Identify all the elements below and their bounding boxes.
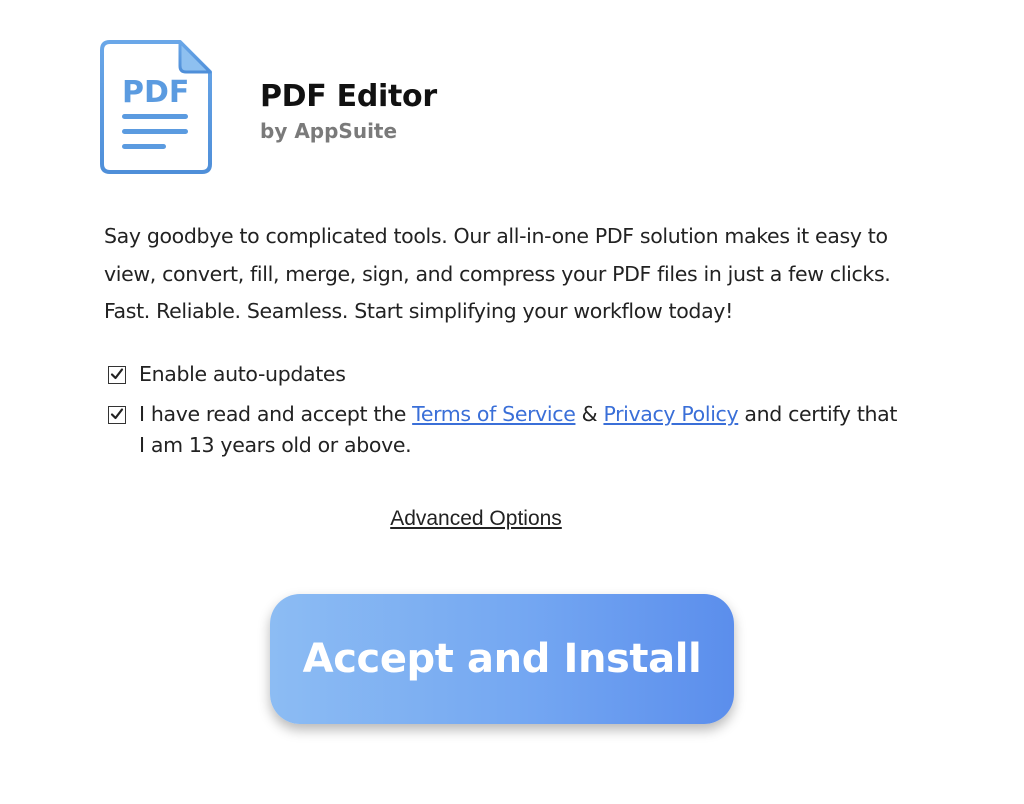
checkmark-icon: [110, 368, 124, 380]
auto-updates-option: Enable auto-updates: [108, 362, 899, 390]
terms-label: I have read and accept the Terms of Serv…: [139, 399, 899, 461]
pdf-document-icon: PDF: [100, 40, 212, 174]
terms-joiner: &: [575, 402, 604, 426]
auto-updates-label: Enable auto-updates: [139, 362, 346, 386]
app-description: Say goodbye to complicated tools. Our al…: [104, 224, 891, 323]
app-publisher: by AppSuite: [260, 119, 398, 143]
terms-option: I have read and accept the Terms of Serv…: [108, 402, 899, 461]
checkmark-icon: [110, 408, 124, 420]
advanced-options-row: Advanced Options: [0, 507, 952, 531]
terms-checkbox[interactable]: [108, 406, 126, 424]
accept-and-install-button[interactable]: Accept and Install: [270, 594, 734, 724]
terms-of-service-link[interactable]: Terms of Service: [412, 402, 576, 426]
advanced-options-link[interactable]: Advanced Options: [390, 507, 562, 530]
privacy-policy-link[interactable]: Privacy Policy: [603, 402, 738, 426]
pdf-icon-text: PDF: [122, 75, 189, 110]
terms-prefix: I have read and accept the: [139, 402, 413, 426]
auto-updates-checkbox[interactable]: [108, 366, 126, 384]
app-title: PDF Editor: [260, 79, 437, 114]
